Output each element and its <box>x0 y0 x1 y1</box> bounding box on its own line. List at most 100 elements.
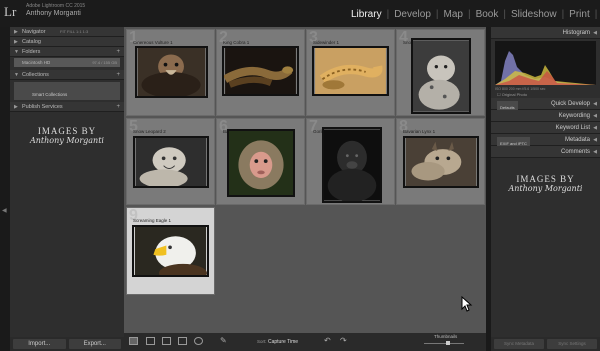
comments-label: Comments <box>560 149 590 155</box>
export-button[interactable]: Export... <box>68 339 121 349</box>
rotate-left-icon[interactable]: ↶ <box>324 336 331 345</box>
grid-view-icon[interactable] <box>129 337 138 345</box>
grid-cell[interactable]: 1 Cinereous Vulture 1 <box>126 29 215 116</box>
watermark-line2: Anthony Morganti <box>30 136 104 145</box>
import-button[interactable]: Import... <box>13 339 66 349</box>
grid-cell[interactable]: 6 Baby Macaque 1 <box>216 118 305 205</box>
lightroom-logo: Lr <box>4 4 17 19</box>
collections-label: Collections <box>22 72 49 78</box>
painter-icon[interactable]: ✎ <box>220 336 227 345</box>
collapse-arrow-icon: ◀ <box>593 137 597 143</box>
photo-snow-leopard[interactable] <box>133 136 209 188</box>
keywording-header[interactable]: Keywording ◀ <box>491 110 600 122</box>
collapse-arrow-icon: ◀ <box>593 113 597 119</box>
grid-cell[interactable]: 3 Sidewinder 1 <box>306 29 395 116</box>
add-service-icon[interactable]: + <box>116 102 120 112</box>
rotate-right-icon[interactable]: ↷ <box>340 336 347 345</box>
right-panel-footer: Sync Metadata Sync Settings <box>491 337 600 351</box>
folders-label: Folders <box>22 49 41 55</box>
keywording-label: Keywording <box>558 113 590 119</box>
collapse-arrow-icon: ◀ <box>593 125 597 131</box>
loupe-view-icon[interactable] <box>146 337 155 345</box>
photo-lynx[interactable] <box>403 136 479 188</box>
photo-macaque[interactable] <box>227 129 295 197</box>
top-bar: Lr Adobe Lightroom CC 2015 Anthony Morga… <box>0 0 600 27</box>
photo-vulture[interactable] <box>135 46 208 98</box>
sync-metadata-button[interactable]: Sync Metadata <box>494 339 544 349</box>
add-collection-icon[interactable]: + <box>116 70 120 80</box>
grid-cell[interactable]: 7 Gorilla 1 <box>306 118 395 205</box>
keyword-list-header[interactable]: Keyword List ◀ <box>491 122 600 134</box>
metadata-label: Metadata <box>564 137 590 143</box>
module-develop[interactable]: Develop <box>389 9 436 20</box>
collapse-arrow-icon: ◀ <box>593 30 597 36</box>
photo-snow-leopard[interactable] <box>411 38 471 114</box>
module-map[interactable]: Map <box>439 9 468 20</box>
left-panel-toggle[interactable]: ◀ <box>0 27 10 351</box>
watermark-line1: IMAGES BY <box>516 174 575 184</box>
navigator-zoom-options[interactable]: FIT FILL 1:1 1:3 <box>60 27 88 37</box>
photo-gorilla[interactable] <box>322 127 382 203</box>
thumbnail-size-knob[interactable] <box>446 341 450 345</box>
add-folder-icon[interactable]: + <box>116 47 120 57</box>
cell-caption: Snow Leopard 2 <box>133 129 166 134</box>
cell-caption: King Cobra 1 <box>223 40 250 45</box>
collection-label: Smart Collections <box>32 92 68 97</box>
watermark-right: IMAGES BY Anthony Morganti <box>491 174 600 193</box>
grid-cell-selected[interactable]: 9 Screaming Eagle 1 <box>126 207 215 295</box>
people-view-icon[interactable] <box>194 337 203 345</box>
sort-label: Sort: <box>257 339 267 344</box>
histogram-header[interactable]: Histogram ◀ <box>491 27 600 39</box>
module-print[interactable]: Print <box>564 9 595 20</box>
histogram-graph <box>495 51 596 85</box>
collection-item[interactable]: Smart Collections <box>14 82 120 100</box>
module-library[interactable]: Library <box>346 9 387 20</box>
navigator-header[interactable]: ▶ Navigator FIT FILL 1:1 1:3 <box>10 27 124 37</box>
grid-cell[interactable]: 8 Bavarian Lynx 1 <box>396 118 485 205</box>
watermark-line1: IMAGES BY <box>37 126 97 136</box>
sort-dropdown[interactable]: Capture Time <box>268 339 298 345</box>
collections-header[interactable]: ▼ Collections + <box>10 70 124 80</box>
keyword-list-label: Keyword List <box>555 125 590 131</box>
module-slideshow[interactable]: Slideshow <box>506 9 562 20</box>
volume-space: 97.4 / 155 GB <box>92 60 117 65</box>
collapse-arrow-icon: ◀ <box>593 101 597 107</box>
grid-cell[interactable]: 2 King Cobra 1 <box>216 29 305 116</box>
photo-eagle[interactable] <box>132 225 209 277</box>
watermark-line2: Anthony Morganti <box>508 184 583 193</box>
folder-item[interactable]: Macintosh HD 97.4 / 155 GB <box>14 58 120 67</box>
catalog-header[interactable]: ▶ Catalog <box>10 37 124 47</box>
grid-cell[interactable]: 4 Snow Leopard 1 <box>396 29 485 116</box>
publish-services-header[interactable]: ▶ Publish Services + <box>10 102 124 112</box>
collapse-arrow-icon: ▶ <box>14 39 18 45</box>
collapse-left-icon[interactable]: ◀ <box>2 207 7 214</box>
collapse-arrow-icon: ▶ <box>14 104 18 110</box>
collapse-arrow-icon: ◀ <box>593 149 597 155</box>
cell-caption: Screaming Eagle 1 <box>133 218 172 223</box>
watermark-left: IMAGES BY Anthony Morganti <box>10 126 124 145</box>
module-book[interactable]: Book <box>471 9 504 20</box>
photo-sidewinder[interactable] <box>312 46 389 96</box>
compare-view-icon[interactable] <box>162 337 171 345</box>
survey-view-icon[interactable] <box>178 337 187 345</box>
product-name: Adobe Lightroom CC 2015 <box>26 3 86 9</box>
photo-cobra[interactable] <box>222 46 299 96</box>
thumbnails-label: Thumbnails <box>434 334 458 339</box>
histogram-chart <box>495 41 596 85</box>
navigator-label: Navigator <box>22 29 46 35</box>
quick-develop-header[interactable]: Defaults Quick Develop ◀ <box>491 98 600 115</box>
mouse-pointer-icon <box>461 296 473 312</box>
right-panel: Histogram ◀ ISO 800 200 mm f/5.6 1/500 s… <box>491 27 600 351</box>
publish-services-label: Publish Services <box>22 104 63 110</box>
original-photo-checkbox[interactable]: ☐ Original Photo <box>491 92 600 97</box>
cell-caption: Sidewinder 1 <box>313 40 340 45</box>
expand-arrow-icon: ▼ <box>14 72 19 78</box>
left-panel: ▶ Navigator FIT FILL 1:1 1:3 ▶ Catalog ▼… <box>10 27 124 351</box>
sync-settings-button[interactable]: Sync Settings <box>547 339 597 349</box>
comments-header[interactable]: Comments ◀ <box>491 146 600 158</box>
grid-cell[interactable]: 5 Snow Leopard 2 <box>126 118 215 205</box>
volume-name: Macintosh HD <box>22 60 51 65</box>
metadata-header[interactable]: EXIF and IPTC Metadata ◀ <box>491 134 600 151</box>
folders-header[interactable]: ▼ Folders + <box>10 47 124 57</box>
thumbnail-size-slider[interactable] <box>424 343 464 344</box>
